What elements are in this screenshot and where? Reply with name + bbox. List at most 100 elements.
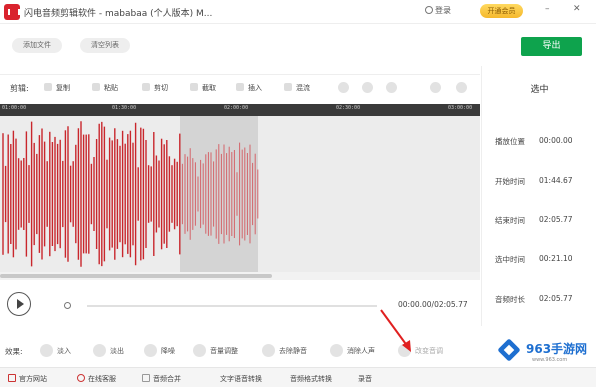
- user-icon: [425, 6, 433, 14]
- zoom-out-icon[interactable]: [456, 82, 467, 93]
- effects-label: 效果:: [5, 347, 23, 356]
- watermark-url: www.963.com: [532, 357, 568, 363]
- audio-duration-row: 音频时长 02:05.77: [495, 294, 573, 305]
- cut-label: 剪切: [154, 84, 168, 92]
- ruler-tick: 03:00:00: [448, 105, 473, 111]
- official-site-label: 官方网站: [19, 375, 47, 383]
- mix-icon: [284, 83, 292, 91]
- record-label: 录音: [358, 375, 372, 383]
- support-icon: [77, 374, 85, 382]
- edit-toolbar: 剪辑: 复制 粘贴 剪切 截取 插入 混流: [0, 74, 480, 100]
- app-logo-icon: [4, 4, 20, 20]
- audio-merge-link[interactable]: 音频合并: [142, 374, 181, 384]
- site-watermark: 963手游网 www.963.com: [496, 337, 594, 367]
- login-button[interactable]: 登录: [425, 5, 451, 16]
- playback-progress-bar[interactable]: [87, 305, 377, 307]
- scrollbar-thumb[interactable]: [0, 274, 272, 278]
- selection-panel-title: 选中: [530, 85, 549, 95]
- bottom-bar: 官方网站 在线客服 音频合并 文字语音转换 音频格式转换 录音: [0, 367, 596, 387]
- volume-adjust-button[interactable]: 音量调整: [193, 344, 238, 357]
- end-time-row: 结束时间 02:05.77: [495, 215, 573, 226]
- timeline-ruler[interactable]: 01:00:00 01:30:00 02:00:00 02:30:00 03:0…: [0, 104, 480, 116]
- online-support-label: 在线客服: [88, 375, 116, 383]
- trim-button[interactable]: 截取: [190, 83, 216, 93]
- horizontal-scrollbar[interactable]: [0, 272, 480, 280]
- paste-button[interactable]: 粘贴: [92, 83, 118, 93]
- end-time-value: 02:05.77: [539, 215, 573, 224]
- play-position-label: 播放位置: [495, 137, 525, 146]
- clear-list-button[interactable]: 清空列表: [80, 38, 130, 53]
- cut-icon: [142, 83, 150, 91]
- play-position-row: 播放位置 00:00.00: [495, 136, 573, 147]
- annotation-arrow-icon: [380, 309, 411, 352]
- change-pitch-label: 改变音调: [415, 347, 443, 355]
- remove-vocals-label: 消除人声: [347, 347, 375, 355]
- top-toolbar: 添加文件 清空列表 导出: [0, 25, 596, 65]
- undo-icon[interactable]: [338, 82, 349, 93]
- export-button[interactable]: 导出: [521, 37, 582, 56]
- fade-out-button[interactable]: 淡出: [93, 344, 124, 357]
- denoise-icon: [144, 344, 157, 357]
- close-button[interactable]: ✕: [573, 4, 581, 14]
- cut-button[interactable]: 剪切: [142, 83, 168, 93]
- watermark-text: 963手游网: [526, 342, 588, 356]
- copy-label: 复制: [56, 84, 70, 92]
- trim-label: 截取: [202, 84, 216, 92]
- copy-icon: [44, 83, 52, 91]
- add-file-button[interactable]: 添加文件: [12, 38, 62, 53]
- play-position-value: 00:00.00: [539, 136, 573, 145]
- minimize-button[interactable]: –: [545, 4, 550, 14]
- text-to-speech-link[interactable]: 文字语音转换: [220, 374, 262, 384]
- app-title: 闪电音频剪辑软件 - mababaa (个人版本) M...: [24, 9, 213, 19]
- format-convert-label: 音频格式转换: [290, 375, 332, 383]
- selected-time-value: 00:21.10: [539, 254, 573, 263]
- insert-label: 插入: [248, 84, 262, 92]
- play-button[interactable]: [7, 292, 31, 316]
- remove-silence-icon: [262, 344, 275, 357]
- remove-silence-button[interactable]: 去除静音: [262, 344, 307, 357]
- remove-vocals-button[interactable]: 消除人声: [330, 344, 375, 357]
- delete-icon[interactable]: [386, 82, 397, 93]
- denoise-label: 降噪: [161, 347, 175, 355]
- format-convert-link[interactable]: 音频格式转换: [290, 374, 332, 384]
- waveform-editor[interactable]: 01:00:00 01:30:00 02:00:00 02:30:00 03:0…: [0, 104, 480, 280]
- fade-in-label: 淡入: [57, 347, 71, 355]
- ruler-tick: 01:00:00: [2, 105, 27, 111]
- login-label: 登录: [435, 6, 451, 15]
- volume-adjust-label: 音量调整: [210, 347, 238, 355]
- redo-icon[interactable]: [362, 82, 373, 93]
- fade-in-icon: [40, 344, 53, 357]
- remove-vocals-icon: [330, 344, 343, 357]
- audio-merge-label: 音频合并: [153, 375, 181, 383]
- volume-icon: [193, 344, 206, 357]
- insert-button[interactable]: 插入: [236, 83, 262, 93]
- online-support-link[interactable]: 在线客服: [77, 374, 116, 384]
- watermark-logo-icon: [497, 338, 521, 362]
- record-link[interactable]: 录音: [358, 374, 372, 384]
- start-time-label: 开始时间: [495, 177, 525, 186]
- denoise-button[interactable]: 降噪: [144, 344, 175, 357]
- fade-out-icon: [93, 344, 106, 357]
- trim-icon: [190, 83, 198, 91]
- start-time-value: 01:44.67: [539, 176, 573, 185]
- mix-button[interactable]: 混流: [284, 83, 310, 93]
- loop-icon[interactable]: [64, 302, 71, 309]
- start-time-row: 开始时间 01:44.67: [495, 176, 573, 187]
- end-time-label: 结束时间: [495, 216, 525, 225]
- vip-button[interactable]: 开通会员: [480, 4, 523, 18]
- merge-icon: [142, 374, 150, 382]
- ruler-tick: 01:30:00: [112, 105, 137, 111]
- fade-in-button[interactable]: 淡入: [40, 344, 71, 357]
- paste-icon: [92, 83, 100, 91]
- zoom-in-icon[interactable]: [430, 82, 441, 93]
- fade-out-label: 淡出: [110, 347, 124, 355]
- audio-duration-value: 02:05.77: [539, 294, 573, 303]
- insert-icon: [236, 83, 244, 91]
- copy-button[interactable]: 复制: [44, 83, 70, 93]
- selected-time-label: 选中时间: [495, 255, 525, 264]
- waveform: [2, 121, 259, 267]
- ruler-tick: 02:00:00: [224, 105, 249, 111]
- official-site-link[interactable]: 官方网站: [8, 374, 47, 384]
- ruler-tick: 02:30:00: [336, 105, 361, 111]
- title-bar: 闪电音频剪辑软件 - mababaa (个人版本) M... 登录 开通会员 –…: [0, 0, 596, 24]
